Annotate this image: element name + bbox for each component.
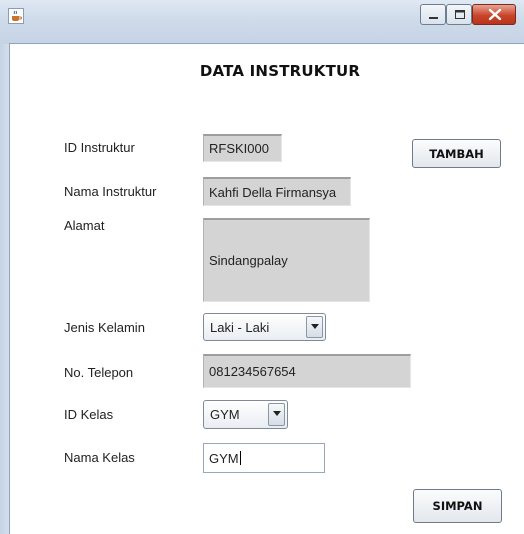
minimize-button[interactable]	[420, 4, 446, 25]
id-instruktur-label: ID Instruktur	[64, 140, 135, 155]
tambah-button[interactable]: TAMBAH	[412, 139, 501, 168]
jenis-kelamin-dropdown[interactable]: Laki - Laki	[203, 313, 326, 341]
minimize-icon	[429, 17, 438, 19]
jenis-kelamin-selected: Laki - Laki	[210, 319, 270, 335]
window-frame-top-line	[9, 43, 524, 44]
no-telepon-label: No. Telepon	[64, 365, 134, 380]
jenis-kelamin-label: Jenis Kelamin	[64, 320, 145, 335]
no-telepon-value: 081234567654	[209, 364, 296, 379]
id-kelas-dropdown[interactable]: GYM	[203, 400, 288, 429]
id-instruktur-field[interactable]: RFSKI000	[203, 134, 282, 162]
text-cursor	[239, 451, 241, 465]
alamat-textarea[interactable]: Sindangpalay	[203, 218, 370, 302]
window-frame	[0, 44, 9, 534]
nama-instruktur-label: Nama Instruktur	[64, 184, 157, 199]
form-title: DATA INSTRUKTUR	[199, 62, 361, 80]
alamat-value: Sindangpalay	[209, 253, 288, 268]
nama-kelas-label: Nama Kelas	[64, 450, 135, 465]
nama-kelas-field[interactable]: GYM	[203, 443, 325, 473]
java-cup-icon[interactable]	[8, 8, 24, 24]
window-frame-line	[9, 44, 10, 534]
chevron-down-icon[interactable]	[306, 316, 323, 338]
chevron-down-icon[interactable]	[268, 403, 285, 426]
close-button[interactable]	[472, 4, 516, 25]
nama-instruktur-value: Kahfi Della Firmansya	[209, 184, 337, 200]
id-instruktur-value: RFSKI000	[209, 141, 269, 156]
simpan-button[interactable]: SIMPAN	[413, 489, 502, 523]
nama-kelas-value: GYM	[209, 450, 239, 466]
maximize-button[interactable]	[446, 4, 472, 25]
no-telepon-field[interactable]: 081234567654	[203, 354, 411, 388]
id-kelas-selected: GYM	[210, 407, 240, 422]
close-icon	[488, 8, 502, 21]
maximize-icon	[455, 10, 465, 19]
alamat-label: Alamat	[64, 218, 105, 233]
id-kelas-label: ID Kelas	[64, 407, 114, 422]
nama-instruktur-field[interactable]: Kahfi Della Firmansya	[203, 177, 351, 206]
